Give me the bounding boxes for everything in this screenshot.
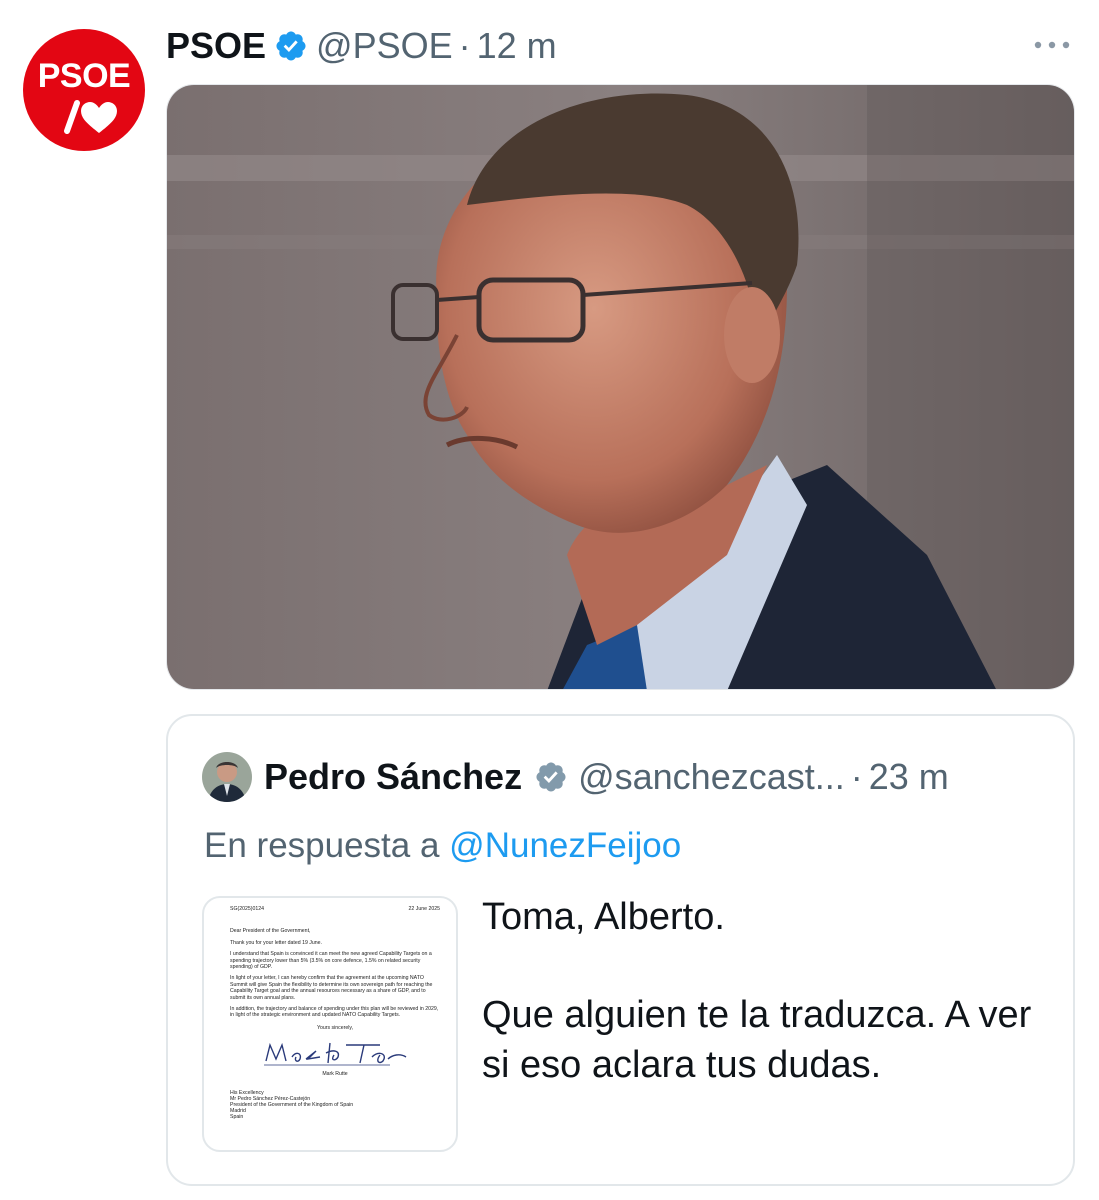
letter-document: SG(2025)0124 22 June 2025 Dear President… [230, 906, 440, 1120]
tweet-time[interactable]: 12 m [477, 25, 557, 67]
letter-paragraph-4: In addition, the trajectory and balance … [230, 1006, 439, 1019]
quoted-tweet[interactable]: Pedro Sánchez @sanchezcast... · 23 m En … [166, 714, 1075, 1186]
reply-prefix: En respuesta a [204, 826, 440, 865]
letter-ref: SG(2025)0124 [230, 906, 265, 912]
letter-date: 22 June 2025 [408, 906, 440, 912]
author-avatar[interactable]: PSOE [23, 29, 145, 151]
reply-context: En respuesta a @NunezFeijoo [204, 826, 681, 866]
quote-author-avatar[interactable] [202, 752, 252, 802]
quote-author-handle[interactable]: @sanchezcast... [578, 756, 845, 798]
quote-text-line-1: Toma, Alberto. [482, 896, 725, 938]
reply-mention-link[interactable]: @NunezFeijoo [449, 826, 681, 865]
verified-gray-badge-icon [536, 762, 566, 792]
letter-paragraph-2: I understand that Spain is convinced it … [230, 951, 432, 971]
author-name[interactable]: PSOE [166, 25, 266, 67]
more-dots-icon[interactable] [1030, 34, 1074, 56]
photo-image [167, 85, 1074, 689]
author-handle[interactable]: @PSOE [316, 25, 453, 67]
quote-tweet-text: Toma, Alberto. Que alguien te la traduzc… [482, 892, 1042, 1090]
tweet-photo[interactable] [166, 84, 1075, 690]
letter-paragraph-3: In light of your letter, I can hereby co… [230, 975, 433, 1001]
avatar-photo-icon [202, 752, 252, 802]
quote-separator-dot: · [850, 756, 863, 797]
quote-header: Pedro Sánchez @sanchezcast... · 23 m [264, 754, 949, 800]
quote-text-line-2: Que alguien te la traduzca. A ver si eso… [482, 994, 1032, 1086]
letter-closing: Yours sincerely, [316, 1024, 354, 1031]
letter-address: His Excellency Mr Pedro Sánchez Pérez-Ca… [230, 1090, 440, 1120]
letter-signer: Mark Rutte [322, 1071, 348, 1078]
quote-time[interactable]: 23 m [869, 756, 949, 798]
psoe-heart-icon [64, 100, 117, 134]
verified-badge-icon [276, 31, 306, 61]
tweet-header: PSOE @PSOE · 12 m [166, 24, 557, 68]
letter-salutation: Dear President of the Government, [230, 928, 311, 935]
separator-dot: · [458, 25, 471, 66]
avatar-label: PSOE [37, 57, 131, 95]
handwritten-signature [264, 1043, 407, 1066]
letter-paragraph-1: Thank you for your letter dated 19 June. [230, 939, 322, 946]
quote-author-name[interactable]: Pedro Sánchez [264, 756, 522, 798]
address-line: Spain [230, 1113, 244, 1120]
letter-image-thumbnail[interactable]: SG(2025)0124 22 June 2025 Dear President… [202, 896, 458, 1152]
